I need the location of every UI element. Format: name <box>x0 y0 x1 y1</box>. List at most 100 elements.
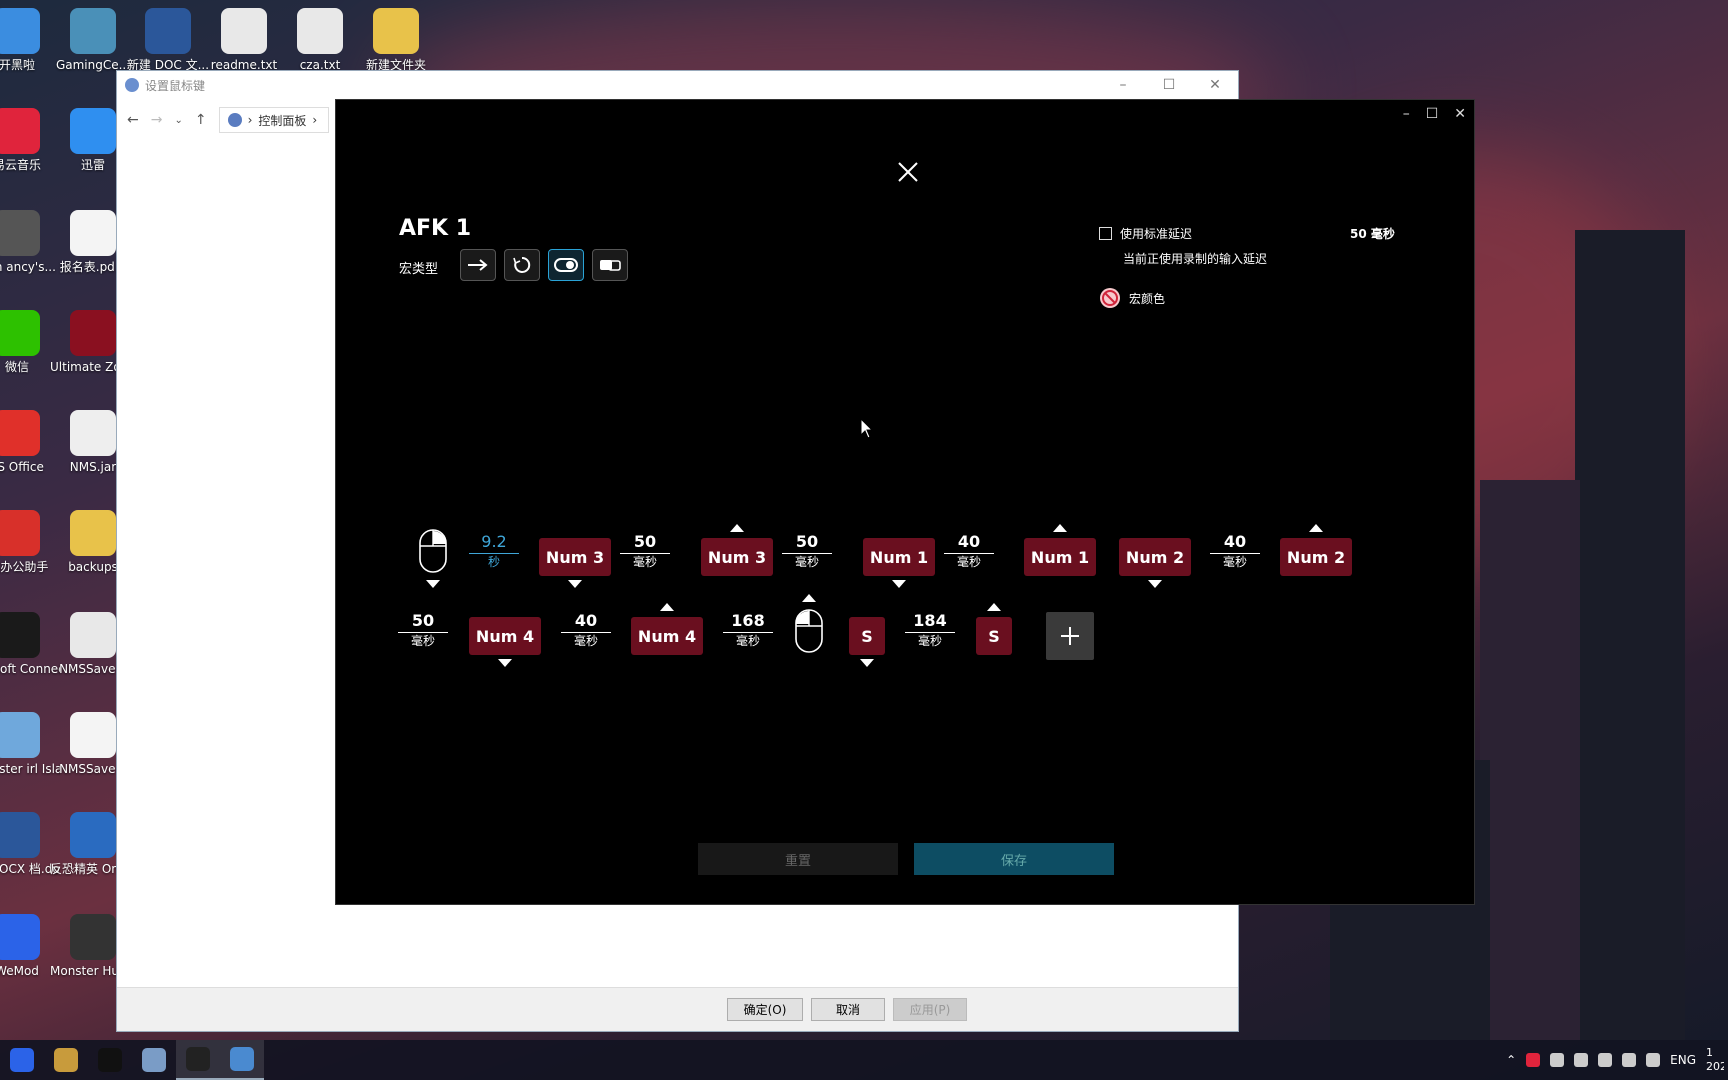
sequence-icon <box>600 260 621 271</box>
key-down-arrow-icon <box>426 580 440 588</box>
game-skull-icon <box>0 210 40 256</box>
mouse-icon[interactable] <box>418 528 448 574</box>
key-step[interactable]: Num 4 <box>631 617 703 655</box>
window-title: 设置鼠标键 <box>145 78 206 93</box>
taskbar-app[interactable] <box>176 1040 220 1080</box>
folder-icon <box>373 8 419 54</box>
taskbar-app[interactable] <box>220 1040 264 1080</box>
standard-delay-option[interactable]: 使用标准延迟 <box>1099 225 1192 242</box>
key-step[interactable]: S <box>976 617 1012 655</box>
desktop-icon[interactable]: 新建文件夹 <box>353 8 439 73</box>
delay-step[interactable]: 50 毫秒 <box>620 533 670 570</box>
forward-arrow-icon[interactable]: → <box>151 112 163 128</box>
key-step[interactable]: Num 2 <box>1119 538 1191 576</box>
chevron-up-icon[interactable]: ⌃ <box>1506 1053 1516 1067</box>
delay-unit: 毫秒 <box>632 555 657 569</box>
delay-value: 50 <box>398 612 448 633</box>
mouse-pointer-icon <box>860 418 874 439</box>
taskbar-app[interactable] <box>132 1040 176 1080</box>
key-up-arrow-icon <box>1053 524 1067 532</box>
save-button[interactable]: 保存 <box>914 843 1114 875</box>
delay-value: 40 <box>944 533 994 554</box>
delay-unit: 毫秒 <box>410 634 435 648</box>
delay-unit: 毫秒 <box>573 634 598 648</box>
key-step[interactable]: Num 3 <box>539 538 611 576</box>
apply-button[interactable]: 应用(P) <box>893 998 967 1021</box>
key-step[interactable]: Num 2 <box>1280 538 1352 576</box>
delay-step[interactable]: 50 毫秒 <box>398 612 448 649</box>
delay-step[interactable]: 184 毫秒 <box>905 612 955 649</box>
text-file-icon <box>221 8 267 54</box>
macro-type-repeat-while-held[interactable] <box>504 249 540 281</box>
window-titlebar[interactable]: 设置鼠标键 <box>117 71 1238 99</box>
key-step[interactable]: Num 3 <box>701 538 773 576</box>
key-step[interactable]: S <box>849 617 885 655</box>
key-step[interactable]: Num 1 <box>1024 538 1096 576</box>
back-arrow-icon[interactable]: ← <box>127 112 139 128</box>
key-up-arrow-icon <box>802 594 816 602</box>
cancel-button[interactable]: 取消 <box>811 998 885 1021</box>
arrow-right-icon <box>468 259 488 271</box>
delay-unit: 毫秒 <box>917 634 942 648</box>
standard-delay-checkbox[interactable] <box>1099 227 1112 240</box>
key-down-arrow-icon <box>892 580 906 588</box>
desktop-icon[interactable]: readme.txt <box>201 8 287 73</box>
microphone-icon[interactable] <box>1550 1053 1565 1067</box>
breadcrumb-item[interactable]: 控制面板 <box>258 112 306 129</box>
volume-icon[interactable] <box>1622 1053 1637 1067</box>
desktop-icon[interactable]: cza.txt <box>277 8 363 73</box>
desktop-icon[interactable]: GamingCe... <box>50 8 136 73</box>
language-indicator[interactable]: ENG <box>1670 1053 1696 1067</box>
close-button[interactable]: ✕ <box>1454 106 1466 122</box>
standard-delay-value[interactable]: 50 毫秒 <box>1350 225 1395 242</box>
delay-step[interactable]: 40 毫秒 <box>1210 533 1260 570</box>
control-panel-icon <box>125 78 139 92</box>
macro-type-selector <box>460 249 628 281</box>
macro-type-toggle[interactable] <box>548 249 584 281</box>
delay-step[interactable]: 40 毫秒 <box>561 612 611 649</box>
delay-step[interactable]: 40 毫秒 <box>944 533 994 570</box>
netease-music-icon[interactable] <box>1526 1053 1541 1067</box>
minimize-button[interactable]: – <box>1403 106 1410 122</box>
macro-type-sequence[interactable] <box>592 249 628 281</box>
delay-value: 50 <box>620 533 670 554</box>
taskbar-app[interactable] <box>88 1040 132 1080</box>
control-panel-icon <box>227 113 242 127</box>
minimize-button[interactable]: – <box>1100 71 1146 99</box>
ok-button[interactable]: 确定(O) <box>727 998 803 1021</box>
close-button[interactable]: ✕ <box>1192 71 1238 99</box>
delay-step[interactable]: 50 毫秒 <box>782 533 832 570</box>
reset-button[interactable]: 重置 <box>698 843 898 875</box>
battery-icon[interactable] <box>1574 1053 1589 1067</box>
pen-icon[interactable] <box>1646 1053 1661 1067</box>
gaming-center-icon <box>70 8 116 54</box>
clock[interactable]: 1 202 <box>1706 1046 1724 1074</box>
dialog-footer: 确定(O) 取消 应用(P) <box>117 987 1238 1031</box>
maximize-button[interactable]: ☐ <box>1426 106 1439 122</box>
delay-step[interactable]: 168 毫秒 <box>723 612 773 649</box>
up-arrow-icon[interactable]: ↑ <box>195 112 207 128</box>
key-step[interactable]: Num 1 <box>863 538 935 576</box>
macro-color-option[interactable]: 宏颜色 <box>1099 287 1165 309</box>
wifi-icon[interactable] <box>1598 1053 1613 1067</box>
add-step-button[interactable] <box>1046 612 1094 660</box>
delay-step[interactable]: 9.2 秒 <box>469 533 519 570</box>
breadcrumb[interactable]: › 控制面板 › <box>218 107 329 133</box>
mouse-icon[interactable] <box>794 608 824 654</box>
close-icon[interactable] <box>896 160 920 184</box>
java-icon <box>70 410 116 456</box>
taskbar-app[interactable] <box>44 1040 88 1080</box>
wps-cloud-icon <box>0 510 40 556</box>
taskbar-app[interactable] <box>0 1040 44 1080</box>
macro-type-no-repeat[interactable] <box>460 249 496 281</box>
word-doc-icon <box>0 812 40 858</box>
maximize-button[interactable]: ☐ <box>1146 71 1192 99</box>
wemod-icon <box>0 914 40 960</box>
wallpaper-tower <box>1575 230 1685 1040</box>
delay-unit: 毫秒 <box>735 634 760 648</box>
word-doc-icon <box>145 8 191 54</box>
taskbar: ⌃ ENG 1 202 <box>0 1040 1728 1080</box>
desktop-icon[interactable]: 新建 DOC 文... <box>125 8 211 73</box>
chevron-down-icon[interactable]: ⌄ <box>174 115 182 126</box>
key-step[interactable]: Num 4 <box>469 617 541 655</box>
